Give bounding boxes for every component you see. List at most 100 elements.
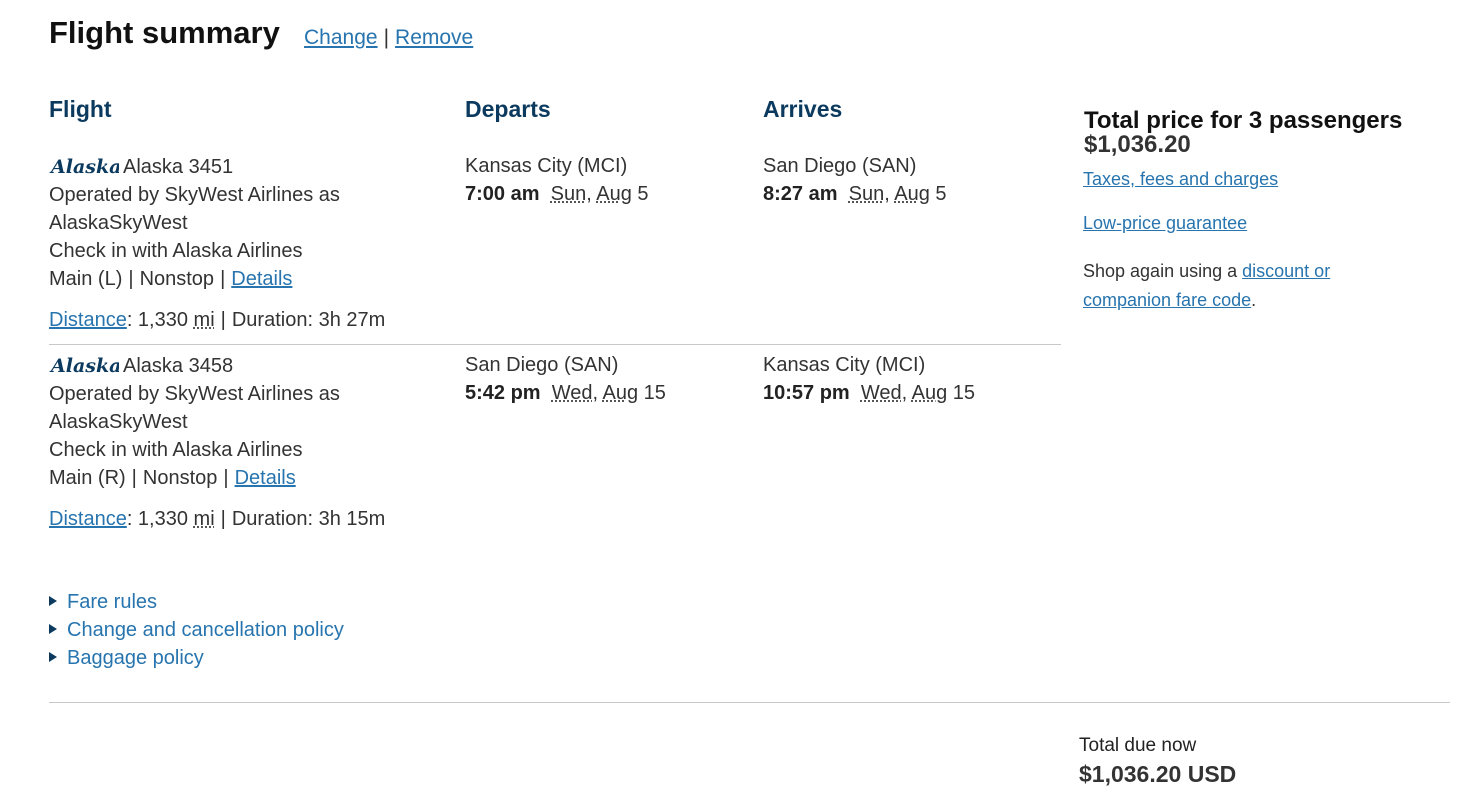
- segment-divider: [49, 344, 1061, 345]
- arrive-datetime: 10:57 pm Wed, Aug 15: [763, 382, 976, 404]
- depart-time: 5:42 pm: [465, 382, 541, 404]
- separator: |: [220, 508, 226, 530]
- arrive-time: 10:57 pm: [763, 382, 850, 404]
- arrive-day: Wed: [860, 382, 902, 404]
- policy-label: Fare rules: [67, 591, 158, 613]
- title-links: Change | Remove: [304, 26, 473, 50]
- expand-triangle-icon: [49, 596, 57, 606]
- duration: Duration: 3h 27m: [231, 309, 386, 331]
- arrive-month: Aug: [911, 382, 948, 404]
- distance-unit: mi: [193, 508, 215, 530]
- taxes-fees-link[interactable]: Taxes, fees and charges: [1083, 169, 1278, 189]
- depart-date: 15: [643, 382, 666, 404]
- flight-number-row: Alaska Alaska 3458: [49, 352, 385, 380]
- flight-number: Alaska 3458: [123, 355, 234, 377]
- distance-value: : 1,330: [126, 309, 188, 331]
- depart-city: Kansas City (MCI): [465, 155, 628, 177]
- guarantee-row: Low-price guarantee: [1083, 213, 1247, 234]
- depart-time: 7:00 am: [465, 183, 540, 205]
- depart-day: Wed: [551, 382, 593, 404]
- arrive-day: Sun: [848, 183, 885, 205]
- depart-month: Aug: [602, 382, 639, 404]
- flight-segment-1: Alaska Alaska 3451 Operated by SkyWest A…: [49, 153, 385, 334]
- departure-1: Kansas City (MCI) 7:00 am Sun, Aug 5: [465, 152, 649, 208]
- fare-rules-toggle[interactable]: Fare rules: [49, 588, 344, 616]
- arrive-city: Kansas City (MCI): [763, 354, 926, 376]
- policy-label: Baggage policy: [67, 647, 204, 669]
- distance-row: Distance: 1,330 mi | Duration: 3h 15m: [49, 505, 385, 533]
- change-link[interactable]: Change: [304, 26, 378, 49]
- operated-by-line-1: Operated by SkyWest Airlines as: [49, 383, 340, 405]
- operated-by-line-2: AlaskaSkyWest: [49, 212, 188, 234]
- stops: Nonstop: [142, 467, 218, 489]
- depart-date: 5: [637, 183, 649, 205]
- check-in-text: Check in with Alaska Airlines: [49, 240, 303, 262]
- policy-list: Fare rules Change and cancellation polic…: [49, 588, 344, 672]
- depart-datetime: 5:42 pm Wed, Aug 15: [465, 382, 666, 404]
- separator: |: [220, 268, 226, 290]
- separator: |: [131, 467, 137, 489]
- total-due-label: Total due now: [1079, 735, 1197, 756]
- logo-wordmark: Alaska: [49, 156, 119, 177]
- link-separator: |: [383, 26, 390, 49]
- distance-row: Distance: 1,330 mi | Duration: 3h 27m: [49, 306, 385, 334]
- arrive-time: 8:27 am: [763, 183, 838, 205]
- expand-triangle-icon: [49, 624, 57, 634]
- cabin-class: Main (L): [49, 268, 123, 290]
- arrive-datetime: 8:27 am Sun, Aug 5: [763, 183, 947, 205]
- column-header-arrives: Arrives: [763, 96, 843, 122]
- departure-2: San Diego (SAN) 5:42 pm Wed, Aug 15: [465, 351, 666, 407]
- arrival-2: Kansas City (MCI) 10:57 pm Wed, Aug 15: [763, 351, 975, 407]
- alaska-logo-icon: Alaska: [49, 355, 119, 376]
- check-in-text: Check in with Alaska Airlines: [49, 439, 303, 461]
- operated-by-line-1: Operated by SkyWest Airlines as: [49, 184, 340, 206]
- separator: |: [220, 309, 226, 331]
- cabin-row: Main (R) | Nonstop | Details: [49, 464, 385, 492]
- depart-datetime: 7:00 am Sun, Aug 5: [465, 183, 649, 205]
- depart-month: Aug: [596, 183, 632, 205]
- expand-triangle-icon: [49, 652, 57, 662]
- cabin-row: Main (L) | Nonstop | Details: [49, 265, 385, 293]
- shop-again-suffix: .: [1251, 290, 1257, 310]
- operated-by-line-2: AlaskaSkyWest: [49, 411, 188, 433]
- low-price-guarantee-link[interactable]: Low-price guarantee: [1083, 213, 1247, 233]
- remove-link[interactable]: Remove: [395, 26, 473, 49]
- stops: Nonstop: [139, 268, 215, 290]
- total-price-amount: $1,036.20: [1084, 131, 1191, 158]
- depart-day: Sun: [550, 183, 587, 205]
- footer-divider: [49, 702, 1450, 703]
- arrive-date: 5: [935, 183, 947, 205]
- column-header-departs: Departs: [465, 96, 551, 122]
- details-link[interactable]: Details: [231, 268, 292, 290]
- alaska-logo-icon: Alaska: [49, 156, 119, 177]
- shop-again-prefix: Shop again using a: [1083, 261, 1243, 281]
- flight-number: Alaska 3451: [123, 156, 234, 178]
- distance-unit: mi: [193, 309, 215, 331]
- distance-value: : 1,330: [126, 508, 188, 530]
- taxes-row: Taxes, fees and charges: [1083, 169, 1278, 190]
- shop-again-text: Shop again using a discount or companion…: [1083, 257, 1330, 315]
- arrival-1: San Diego (SAN) 8:27 am Sun, Aug 5: [763, 152, 947, 208]
- details-link[interactable]: Details: [235, 467, 296, 489]
- baggage-policy-toggle[interactable]: Baggage policy: [49, 644, 344, 672]
- arrive-city: San Diego (SAN): [763, 155, 917, 177]
- discount-code-link[interactable]: discount or: [1242, 261, 1330, 281]
- flight-segment-2: Alaska Alaska 3458 Operated by SkyWest A…: [49, 352, 385, 533]
- companion-fare-link[interactable]: companion fare code: [1083, 290, 1251, 310]
- cabin-class: Main (R): [49, 467, 126, 489]
- page-title: Flight summary: [49, 15, 280, 50]
- distance-link[interactable]: Distance: [49, 508, 127, 530]
- arrive-month: Aug: [894, 183, 930, 205]
- logo-wordmark: Alaska: [49, 355, 119, 376]
- column-header-flight: Flight: [49, 96, 112, 122]
- flight-number-row: Alaska Alaska 3451: [49, 153, 385, 181]
- change-cancellation-toggle[interactable]: Change and cancellation policy: [49, 616, 344, 644]
- duration: Duration: 3h 15m: [231, 508, 386, 530]
- arrive-date: 15: [952, 382, 976, 404]
- total-due-amount: $1,036.20 USD: [1079, 761, 1237, 787]
- separator: |: [128, 268, 134, 290]
- depart-city: San Diego (SAN): [465, 354, 619, 376]
- distance-link[interactable]: Distance: [49, 309, 127, 331]
- policy-label: Change and cancellation policy: [67, 619, 344, 641]
- separator: |: [223, 467, 229, 489]
